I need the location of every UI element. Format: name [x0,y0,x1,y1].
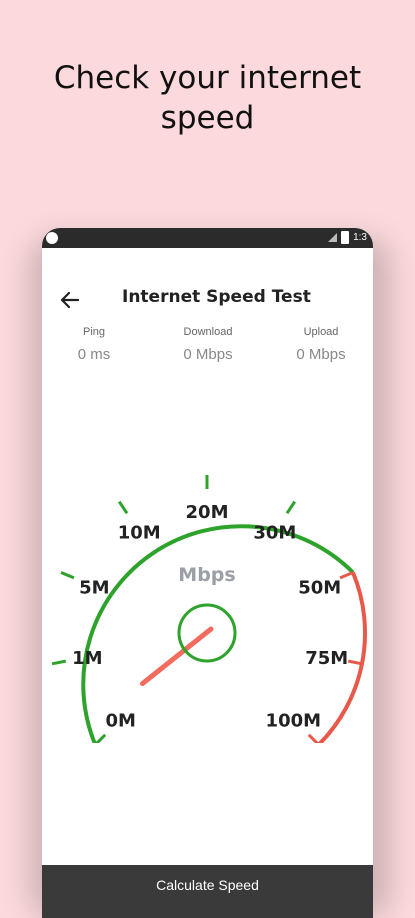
gauge-label: 1M [72,648,102,669]
gauge-label: 50M [298,577,341,598]
status-time: 1:3 [353,232,367,243]
speed-gauge: 0M 1M 5M 10M 20M 30M 50M 75M 100M Mbps [51,475,368,743]
upload-value: 0 Mbps [296,346,346,363]
gauge-unit-label: Mbps [178,564,235,586]
gauge-label: 75M [305,648,348,669]
gauge-tick [94,733,107,743]
status-indicators: 1:3 [328,231,367,244]
ping-value: 0 ms [77,346,111,363]
battery-icon [341,231,350,244]
camera-dot-icon [46,232,58,244]
gauge-label: 100M [266,710,322,731]
gauge-label: 10M [118,523,161,544]
gauge-label: 5M [79,577,109,598]
download-stat: Download 0 Mbps [153,326,263,363]
gauge-tick [60,571,75,580]
gauge-tick [285,500,297,515]
ping-stat: Ping 0 ms [42,326,149,363]
gauge-tick [339,571,354,580]
arrow-left-icon[interactable] [56,286,84,314]
promo-headline: Check your internet speed [0,58,415,138]
status-bar: 1:3 [42,228,373,248]
calculate-speed-button[interactable]: Calculate Speed [42,865,373,918]
gauge-label: 20M [186,502,229,523]
upload-stat: Upload 0 Mbps [266,326,373,363]
gauge-label: 30M [253,523,296,544]
gauge-tick [307,733,320,743]
page-title: Internet Speed Test [122,287,311,307]
gauge-tick [51,659,67,666]
calculate-speed-label: Calculate Speed [156,877,259,893]
upload-label: Upload [303,326,339,338]
gauge-tick [117,500,129,515]
gauge-label: 0M [105,710,135,731]
download-value: 0 Mbps [183,346,233,363]
app-bar: Internet Speed Test [42,248,373,312]
download-label: Download [183,326,233,338]
promo-headline-line2: speed [160,100,255,136]
signal-icon [328,233,338,242]
ping-label: Ping [82,326,106,338]
promo-headline-line1: Check your internet [53,60,362,96]
phone-frame: 1:3 Internet Speed Test Ping 0 ms Downlo… [42,228,373,918]
gauge-labels: 0M 1M 5M 10M 20M 30M 50M 75M 100M [72,502,348,731]
gauge-tick [347,659,363,666]
gauge-needle [140,626,214,687]
